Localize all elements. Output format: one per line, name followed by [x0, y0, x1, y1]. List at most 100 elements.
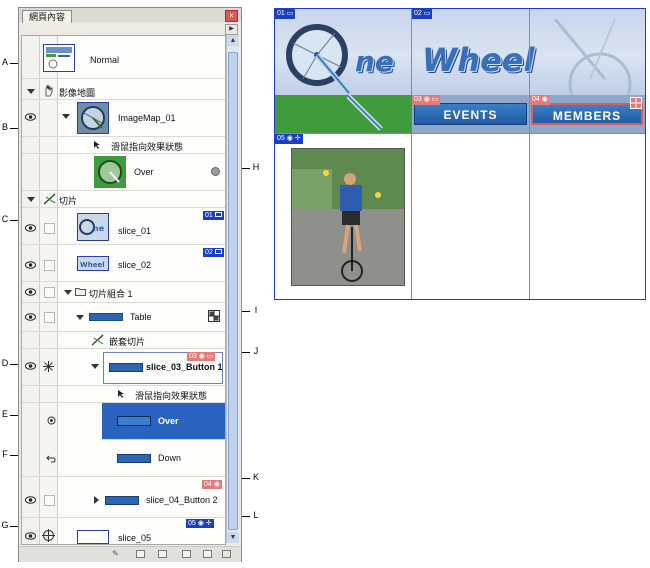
row-rollover-group[interactable]: 滑鼠指向效果狀態: [22, 137, 225, 154]
scroll-thumb[interactable]: [228, 52, 238, 530]
target-tool-icon[interactable]: ✎: [112, 550, 121, 558]
thumb-slice-05: [77, 530, 109, 544]
expand-slices-layer-icon[interactable]: [27, 197, 35, 202]
eye-icon[interactable]: [25, 113, 36, 121]
label-nested-slices: 嵌套切片: [109, 337, 146, 347]
expand-slice-04-icon[interactable]: [94, 496, 99, 504]
row-rollover-group-2[interactable]: 滑鼠指向效果狀態: [22, 386, 225, 403]
scroll-up-icon[interactable]: ▲: [227, 35, 239, 46]
thumb-slice-04: [105, 496, 139, 505]
target-icon[interactable]: [47, 416, 56, 425]
row-over-state-2[interactable]: Over: [102, 403, 225, 440]
scissors-icon: [91, 334, 104, 346]
web-preview: ne Wheel EVENTS MEMBERS 01 ▭ 02 ▭ 03 ◉ ▭…: [274, 8, 646, 300]
row-over-state[interactable]: Over: [22, 154, 225, 191]
preview-slice-04-number: 04: [532, 96, 540, 103]
preview-slice-02-number: 02: [414, 10, 422, 17]
row-table[interactable]: Table: [22, 303, 225, 332]
vertical-scrollbar[interactable]: ▲ ▼: [226, 35, 239, 543]
members-button[interactable]: MEMBERS: [531, 103, 643, 125]
callout-h: H: [252, 162, 260, 172]
lock-toggle[interactable]: [44, 312, 55, 323]
slice-divider: [529, 9, 530, 299]
eye-icon[interactable]: [25, 224, 36, 232]
callout-k: K: [252, 472, 259, 482]
layer-list: Normal 影像地圖 ImageMap_01 滑鼠指向效果狀態 Over 切片…: [21, 35, 226, 545]
eye-icon[interactable]: [25, 261, 36, 269]
eye-icon[interactable]: [25, 496, 36, 504]
lock-toggle[interactable]: [44, 287, 55, 298]
slice-04-number: 04: [204, 481, 212, 488]
eye-icon[interactable]: [25, 313, 36, 321]
slice-divider: [411, 9, 412, 299]
state-indicator-icon[interactable]: [211, 167, 220, 176]
revert-icon[interactable]: [46, 454, 56, 463]
label-table: Table: [130, 312, 152, 322]
callout-l: L: [253, 510, 259, 520]
expand-imagemap-layer-icon[interactable]: [27, 89, 35, 94]
events-button[interactable]: EVENTS: [414, 103, 527, 125]
new-slice-icon[interactable]: [136, 550, 145, 558]
preview-slice-04-badge: 04 ◉: [530, 95, 550, 105]
lock-toggle[interactable]: [44, 495, 55, 506]
banner-background: ne Wheel: [275, 9, 645, 95]
expand-slice-set-icon[interactable]: [64, 290, 72, 295]
label-over-state: Over: [134, 167, 154, 177]
callout-i: I: [254, 305, 258, 315]
trash-icon[interactable]: [222, 550, 231, 558]
scroll-down-icon[interactable]: ▼: [227, 532, 239, 543]
expand-table-icon[interactable]: [76, 315, 84, 320]
scissors-icon: [43, 193, 56, 205]
logo-wheel: Wheel: [422, 41, 535, 79]
thumb-table: [89, 313, 123, 321]
row-slices-layer[interactable]: 切片: [22, 191, 225, 208]
slice-01-badge: 01: [203, 211, 224, 220]
thumb-slice-03: [109, 363, 143, 372]
eye-icon[interactable]: [25, 362, 36, 370]
row-slice-04[interactable]: 04 ◉ slice_04_Button 2: [22, 477, 225, 518]
folder-icon: [75, 288, 86, 296]
row-nested-slices[interactable]: 嵌套切片: [22, 332, 225, 349]
crosshair-icon[interactable]: [43, 361, 54, 372]
new-folder-icon[interactable]: [158, 550, 167, 558]
cursor-icon: [94, 141, 100, 149]
row-slice-03[interactable]: slice_03_Button 1 03 ◉ ▭: [22, 349, 225, 386]
panel-tab[interactable]: 網頁內容: [22, 10, 73, 23]
expand-imagemap-icon[interactable]: [62, 114, 70, 119]
row-normal[interactable]: Normal: [22, 40, 225, 79]
row-down-state[interactable]: Down: [22, 440, 225, 477]
lock-toggle[interactable]: [44, 260, 55, 271]
row-slice-02[interactable]: Wheel slice_02 02: [22, 245, 225, 282]
label-slices-layer: 切片: [59, 196, 78, 206]
image-icon: [214, 212, 222, 217]
duplicate-icon[interactable]: [203, 550, 212, 558]
row-slice-set[interactable]: 切片組合 1: [22, 282, 225, 303]
eye-icon[interactable]: [25, 288, 36, 296]
lock-toggle[interactable]: [44, 223, 55, 234]
row-imagemap-01[interactable]: ImageMap_01: [22, 100, 225, 137]
row-slice-01[interactable]: ne slice_01 01: [22, 208, 225, 245]
preview-slice-03-number: 03: [414, 96, 422, 103]
callout-c: C: [1, 214, 9, 224]
row-slice-05[interactable]: 05 ◉ ✛ slice_05: [22, 518, 225, 544]
web-layer-panel: 網頁內容 × ▶ Normal 影像地圖 ImageMap_01 滑鼠指向效果狀…: [18, 7, 242, 562]
label-slice-04: slice_04_Button 2: [146, 495, 218, 505]
callout-b: B: [1, 122, 8, 132]
crosshair-icon[interactable]: [42, 529, 55, 542]
callout-d: D: [1, 358, 9, 368]
expand-slice-03-icon[interactable]: [91, 364, 99, 369]
thumb-normal: [43, 44, 75, 72]
close-icon[interactable]: ×: [225, 10, 238, 22]
row-imagemap-layer[interactable]: 影像地圖: [22, 83, 225, 100]
hand-icon: [45, 84, 53, 97]
handle-graphic: [347, 95, 383, 131]
eye-icon[interactable]: [25, 532, 36, 540]
label-imagemap: ImageMap_01: [118, 113, 176, 123]
preview-slice-01-number: 01: [277, 10, 285, 17]
table-icon[interactable]: [630, 97, 642, 109]
slice-04-badge: 04 ◉: [202, 480, 222, 489]
panel-menu-icon[interactable]: ▶: [225, 24, 238, 35]
label-rollover-group-2: 滑鼠指向效果狀態: [135, 391, 208, 401]
new-layer-icon[interactable]: [182, 550, 191, 558]
label-slice-01: slice_01: [118, 226, 152, 236]
